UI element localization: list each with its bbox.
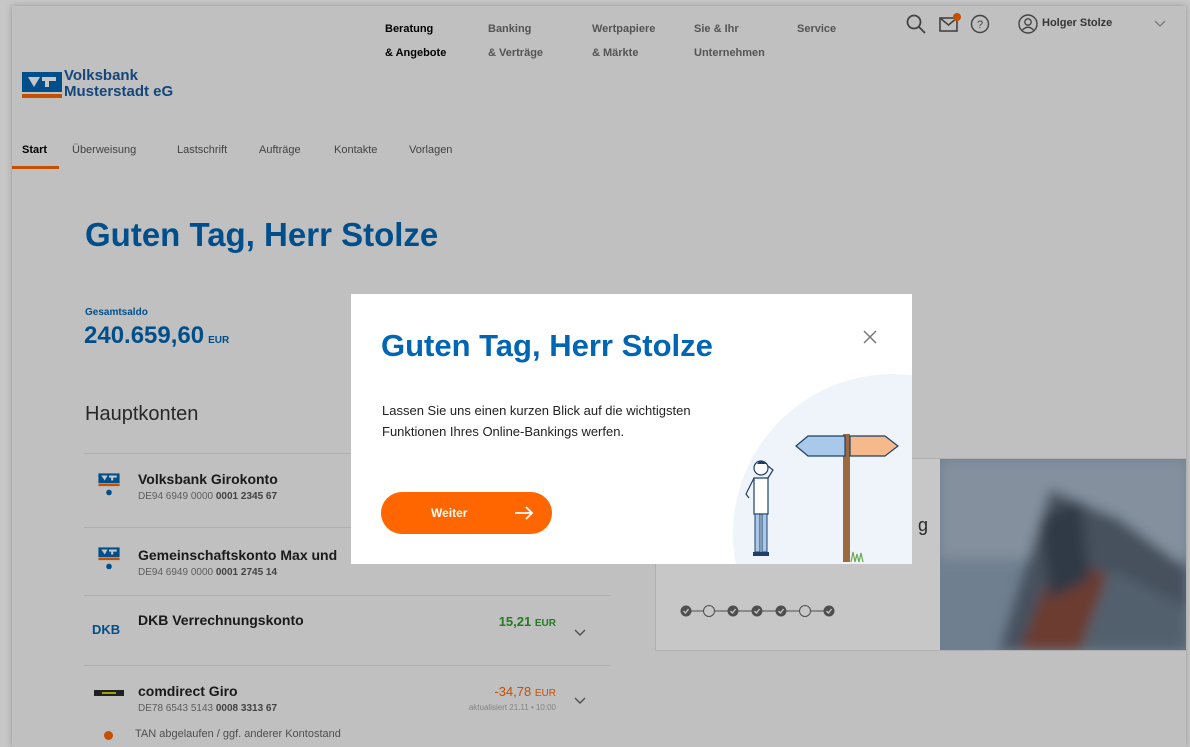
dialog-title: Guten Tag, Herr Stolze — [381, 328, 713, 363]
arrow-right-icon — [515, 506, 534, 520]
dialog-text: Lassen Sie uns einen kurzen Blick auf di… — [382, 403, 691, 439]
signpost-illustration — [733, 374, 912, 564]
close-icon[interactable] — [861, 328, 879, 346]
button-label: Weiter — [431, 506, 468, 520]
welcome-dialog: Guten Tag, Herr Stolze Lassen Sie uns ei… — [351, 294, 912, 564]
next-button[interactable]: Weiter — [381, 492, 552, 534]
